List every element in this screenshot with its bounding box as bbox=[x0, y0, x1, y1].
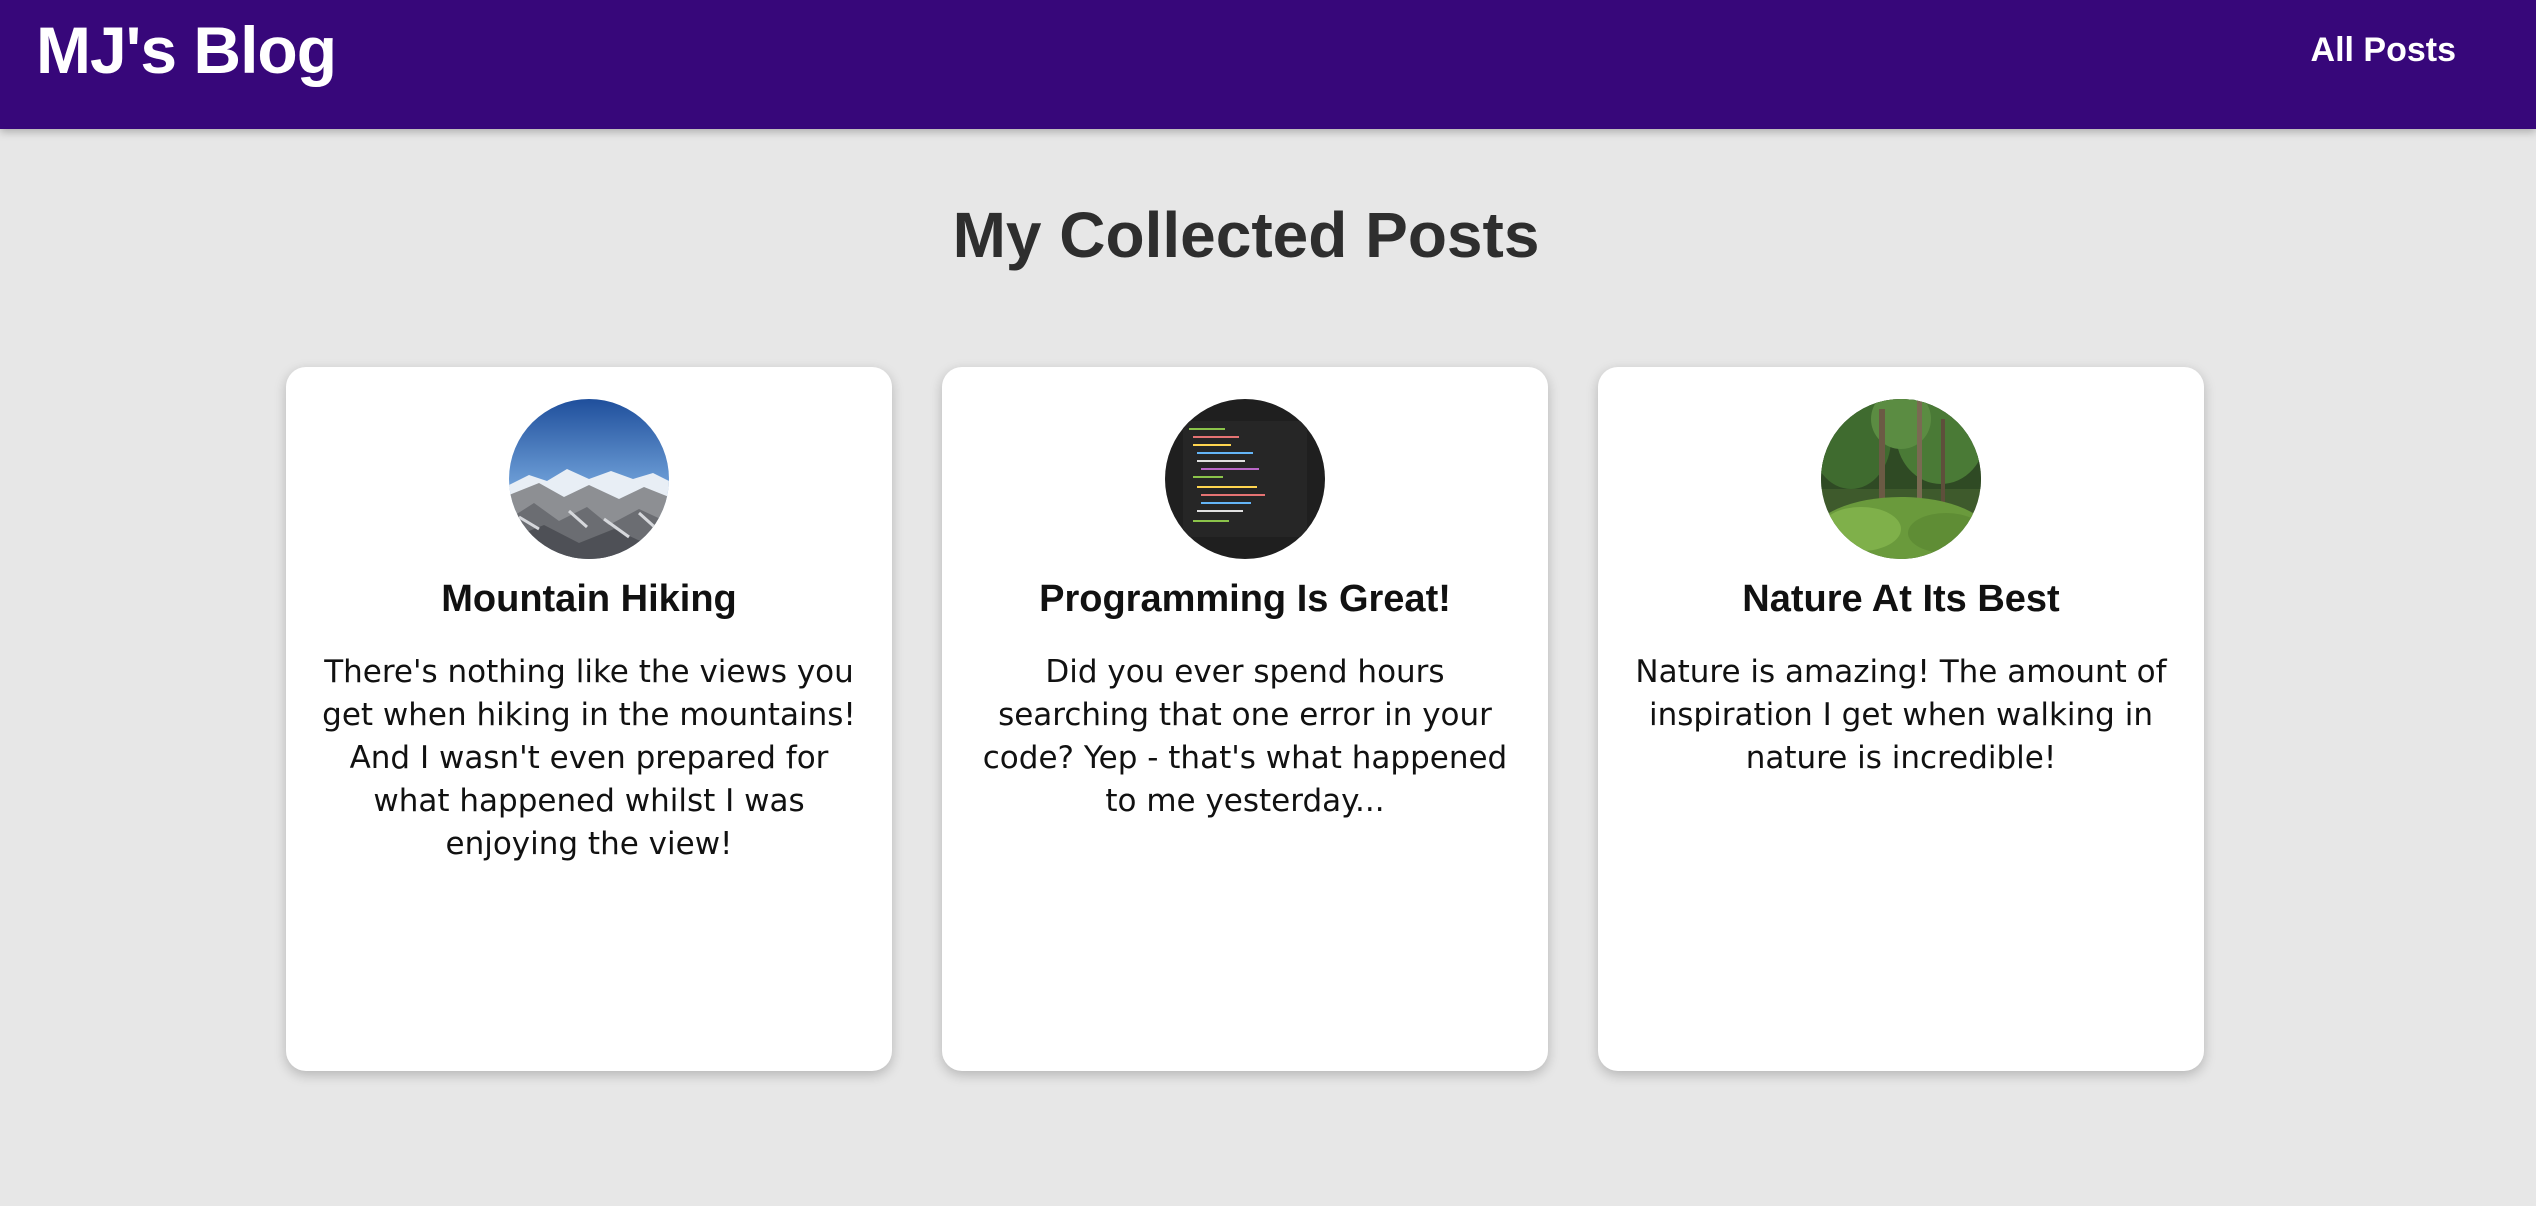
post-excerpt: Nature is amazing! The amount of inspira… bbox=[1635, 654, 2167, 776]
post-card-mountain-hiking[interactable]: Mountain Hiking There's nothing like the… bbox=[286, 367, 892, 1071]
code-screen-photo-thumbnail bbox=[1165, 399, 1325, 559]
site-header: MJ's Blog All Posts bbox=[0, 0, 2536, 129]
page-title: My Collected Posts bbox=[952, 199, 1540, 271]
post-card-nature[interactable]: Nature At Its Best Nature is amazing! Th… bbox=[1598, 367, 2204, 1071]
post-title[interactable]: Nature At Its Best bbox=[1598, 571, 2204, 627]
post-excerpt: Did you ever spend hours searching that … bbox=[982, 654, 1508, 819]
posts-grid: Mountain Hiking There's nothing like the… bbox=[286, 367, 2206, 1071]
mountain-photo-thumbnail bbox=[509, 399, 669, 559]
post-title[interactable]: Programming Is Great! bbox=[942, 571, 1548, 627]
post-card-programming[interactable]: Programming Is Great! Did you ever spend… bbox=[942, 367, 1548, 1071]
forest-photo-thumbnail bbox=[1821, 399, 1981, 559]
nav-link-all-posts[interactable]: All Posts bbox=[2311, 28, 2456, 72]
post-excerpt: There's nothing like the views you get w… bbox=[322, 654, 856, 862]
site-logo[interactable]: MJ's Blog bbox=[36, 10, 337, 90]
post-title[interactable]: Mountain Hiking bbox=[286, 571, 892, 627]
